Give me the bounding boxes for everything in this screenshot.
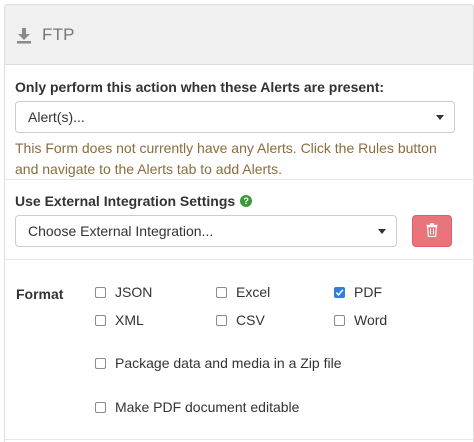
panel-heading: FTP: [5, 5, 473, 65]
checkbox-pdf[interactable]: PDF: [334, 284, 382, 300]
integration-row: Choose External Integration...: [15, 215, 463, 247]
checkbox-label: XML: [115, 312, 144, 328]
checkbox-label: CSV: [236, 312, 265, 328]
checkbox-box[interactable]: [216, 314, 227, 326]
alerts-select-value: Alert(s)...: [28, 109, 85, 125]
panel-title: FTP: [42, 24, 75, 44]
caret-down-icon: [378, 229, 386, 234]
checkbox-label: Word: [354, 312, 388, 328]
alerts-help-text: This Form does not currently have any Al…: [15, 140, 437, 177]
checkbox-json[interactable]: JSON: [95, 284, 152, 300]
checkbox-xml[interactable]: XML: [95, 312, 144, 328]
checkbox-box[interactable]: [95, 357, 106, 369]
checkbox-box-checked[interactable]: [334, 286, 345, 298]
checkbox-box[interactable]: [95, 401, 106, 413]
alerts-select[interactable]: Alert(s)...: [15, 101, 455, 133]
checkbox-pdf-editable[interactable]: Make PDF document editable: [95, 399, 299, 415]
help-icon[interactable]: ?: [240, 195, 253, 207]
alerts-section: Only perform this action when these Aler…: [5, 66, 473, 180]
caret-down-icon: [436, 115, 444, 120]
checkbox-excel[interactable]: Excel: [216, 284, 270, 300]
checkbox-box[interactable]: [216, 286, 227, 298]
format-label: Format: [16, 286, 64, 302]
checkbox-label: Excel: [236, 284, 271, 300]
integration-label: Use External Integration Settings: [15, 193, 236, 209]
trash-icon: [426, 222, 438, 240]
alerts-label: Only perform this action when these Aler…: [15, 79, 385, 95]
integration-section: Use External Integration Settings ? Choo…: [5, 180, 473, 260]
checkbox-word[interactable]: Word: [334, 312, 387, 328]
checkbox-label: Make PDF document editable: [115, 399, 300, 415]
checkbox-box[interactable]: [95, 314, 106, 326]
ftp-action-panel: FTP Only perform this action when these …: [4, 4, 474, 442]
checkbox-csv[interactable]: CSV: [216, 312, 265, 328]
checkbox-label: PDF: [354, 284, 382, 300]
checkmark-icon: [335, 288, 344, 296]
format-section: Format JSON Excel PDF XML CSV Word Packa…: [5, 260, 473, 440]
integration-select[interactable]: Choose External Integration...: [15, 215, 397, 247]
checkbox-zip[interactable]: Package data and media in a Zip file: [95, 355, 341, 371]
integration-label-row: Use External Integration Settings ?: [15, 193, 463, 209]
download-icon: [15, 26, 33, 44]
checkbox-box[interactable]: [95, 286, 106, 298]
checkbox-label: Package data and media in a Zip file: [115, 355, 342, 371]
checkbox-box[interactable]: [334, 314, 345, 326]
checkbox-label: JSON: [115, 284, 153, 300]
delete-integration-button[interactable]: [412, 215, 452, 247]
integration-select-value: Choose External Integration...: [28, 223, 214, 239]
